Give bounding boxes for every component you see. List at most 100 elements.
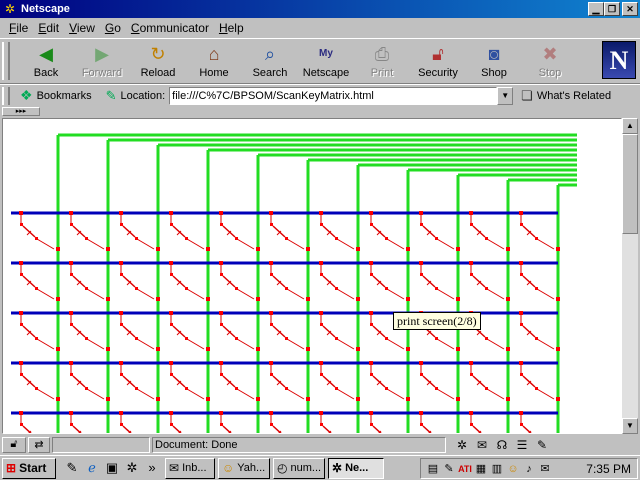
switch-blade (22, 375, 36, 388)
discussions-icon[interactable]: ☊ (492, 438, 512, 452)
column-node (106, 397, 110, 401)
menu-communicator[interactable]: Communicator (126, 21, 214, 35)
start-button[interactable]: ⊞ Start (2, 457, 56, 479)
switch-blade (122, 325, 136, 338)
internet-explorer-icon[interactable]: ℯ (82, 460, 102, 476)
tray-mail-icon[interactable]: ✉ (537, 462, 553, 475)
switch-contact (420, 223, 423, 226)
netscape-app-icon[interactable]: ✲ (3, 2, 17, 16)
column-node (206, 347, 210, 351)
location-dropdown-button[interactable]: ▼ (497, 86, 514, 105)
column-lead (186, 388, 205, 400)
mail-icon[interactable]: ✉ (472, 438, 492, 452)
column-node (156, 247, 160, 251)
tray-messenger-icon[interactable]: ☺ (505, 463, 521, 475)
security-button[interactable]: 🔓︎ Security (410, 41, 466, 81)
menu-edit[interactable]: Edit (33, 21, 64, 35)
tray-ati-icon[interactable]: ATI (457, 464, 473, 474)
desktop-icon[interactable]: ▣ (102, 460, 122, 476)
shop-button[interactable]: ◙ Shop (466, 41, 522, 81)
restore-button[interactable]: ❐ (604, 2, 620, 16)
tray-volume-icon[interactable]: ♪ (521, 463, 537, 475)
printer-icon: ⎙ (374, 44, 390, 64)
column-node (456, 247, 460, 251)
switch-contact (470, 273, 473, 276)
column-lead (486, 238, 505, 250)
switch-blade (172, 375, 186, 388)
switch-blade (222, 325, 236, 338)
home-button[interactable]: ⌂ Home (186, 41, 242, 81)
switch-contact (520, 423, 523, 426)
menu-file-rest: ile (16, 20, 29, 35)
menu-go-rest: o (114, 20, 121, 35)
forward-button[interactable]: ▶ Forward (74, 41, 130, 81)
tooltip: print screen(2/8) (393, 312, 481, 330)
column-lead (286, 338, 305, 350)
column-lead (536, 238, 555, 250)
switch-blade (272, 375, 286, 388)
stop-button[interactable]: ✖ Stop (522, 41, 578, 81)
netscape-quick-icon[interactable]: ✲ (122, 460, 142, 476)
tray-pencil-icon[interactable]: ✎ (441, 462, 457, 475)
switch-contact (420, 423, 423, 426)
close-button[interactable]: ✕ (622, 2, 638, 16)
switch-contact (520, 273, 523, 276)
column-node (56, 247, 60, 251)
back-button[interactable]: ◀ Back (18, 41, 74, 81)
scroll-thumb[interactable] (622, 134, 638, 234)
netscape-button[interactable]: My Netscape (298, 41, 354, 81)
switch-contact (120, 373, 123, 376)
bookmarks-button[interactable]: ❖ Bookmarks (20, 87, 92, 104)
vertical-scrollbar[interactable]: ▲ ▼ (622, 118, 638, 434)
column-node (456, 397, 460, 401)
column-lead (236, 238, 255, 250)
page-content: print screen(2/8) (2, 118, 622, 434)
shopping-bag-icon: ◙ (488, 44, 500, 64)
component-bar: ✲ ✉ ☊ ☰ ✎ (452, 438, 552, 452)
task-num[interactable]: ◴ num... (273, 457, 325, 479)
tray-network-icon[interactable]: ▤ (425, 462, 441, 475)
task-netscape[interactable]: ✲ Ne... (328, 457, 384, 479)
toolbar-grip[interactable] (2, 42, 10, 80)
menu-help[interactable]: Help (214, 21, 249, 35)
tray-display-icon[interactable]: ▦ (473, 462, 489, 475)
more-quick-launch-icon[interactable]: » (142, 460, 162, 476)
column-node (356, 247, 360, 251)
composer-icon[interactable]: ✎ (532, 438, 552, 452)
switch-contact (270, 323, 273, 326)
quick-launch-item-icon[interactable]: ✎ (62, 460, 82, 476)
column-node (256, 297, 260, 301)
collapsed-toolbar-tab[interactable]: ▸▸▸ (2, 107, 40, 116)
netscape-logo[interactable]: N (602, 41, 636, 79)
switch-blade (422, 275, 436, 288)
minimize-button[interactable]: ▁ (588, 2, 604, 16)
menu-file[interactable]: File (4, 21, 33, 35)
column-lead (336, 238, 355, 250)
menu-go[interactable]: Go (100, 21, 126, 35)
navigator-icon[interactable]: ✲ (452, 438, 472, 452)
task-inbox[interactable]: ✉ Inb... (165, 457, 215, 479)
stop-label: Stop (538, 67, 562, 79)
reload-button[interactable]: ↻ Reload (130, 41, 186, 81)
task-netscape-label: Ne... (345, 462, 369, 474)
scroll-up-button[interactable]: ▲ (622, 118, 638, 134)
location-input[interactable]: file:///C%7C/BPSOM/ScanKeyMatrix.html (169, 86, 498, 105)
switch-contact (320, 423, 323, 426)
tray-app-icon[interactable]: ▥ (489, 462, 505, 475)
menu-view[interactable]: View (64, 21, 100, 35)
security-status-icon[interactable]: 🔓︎ (2, 437, 26, 453)
task-yahoo[interactable]: ☺ Yah... (218, 457, 270, 479)
column-node (406, 397, 410, 401)
print-button[interactable]: ⎙ Print (354, 41, 410, 81)
column-node (356, 347, 360, 351)
whats-related-button[interactable]: ❏ What's Related (521, 88, 611, 104)
column-lead (336, 288, 355, 300)
address-book-icon[interactable]: ☰ (512, 438, 532, 452)
bookmarks-label: Bookmarks (36, 89, 92, 102)
switch-blade (22, 225, 36, 238)
scroll-down-button[interactable]: ▼ (622, 418, 638, 434)
switch-blade (372, 325, 386, 338)
location-toolbar-grip[interactable] (2, 86, 10, 105)
search-button[interactable]: ⌕ Search (242, 41, 298, 81)
page-proxy-icon[interactable]: ✎ (106, 88, 117, 104)
